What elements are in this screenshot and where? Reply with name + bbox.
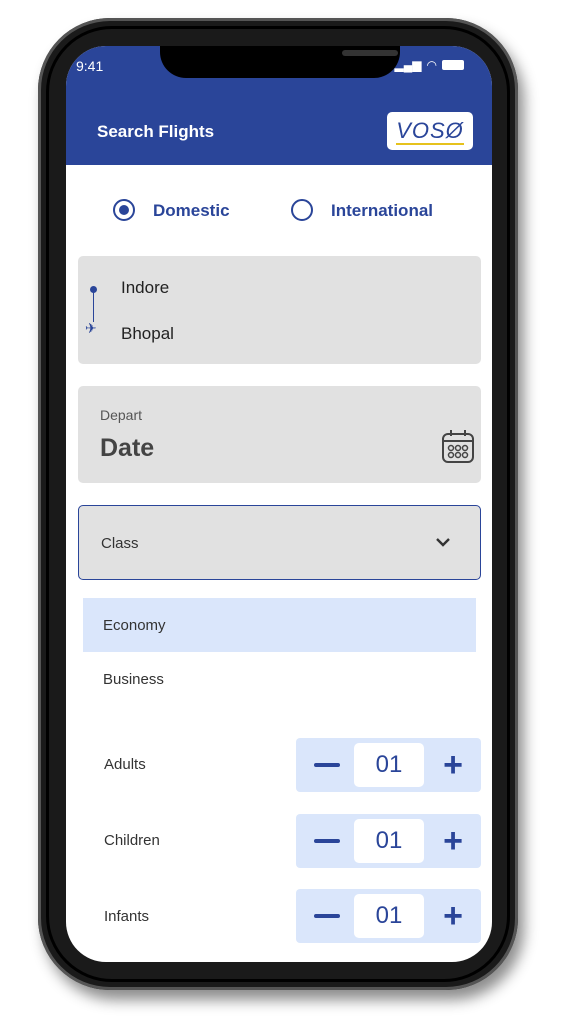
radio-international-label[interactable]: International [331, 201, 433, 221]
status-time: 9:41 [76, 58, 104, 74]
plus-icon[interactable]: + [438, 899, 468, 933]
plus-icon[interactable]: + [438, 824, 468, 858]
class-select[interactable]: Class [78, 505, 481, 580]
infants-stepper[interactable]: 01 + [296, 889, 481, 943]
class-placeholder: Class [101, 535, 139, 552]
adults-label: Adults [104, 756, 146, 773]
plane-takeoff-icon: ✈ [85, 320, 97, 336]
destination-city[interactable]: Bhopal [121, 324, 174, 344]
route-line [93, 292, 94, 322]
radio-domestic-label[interactable]: Domestic [153, 201, 230, 221]
adults-value[interactable]: 01 [354, 743, 424, 787]
origin-city[interactable]: Indore [121, 278, 169, 298]
logo: VOSØ [387, 112, 473, 150]
minus-icon[interactable] [314, 914, 340, 918]
wifi-icon: ◠ [426, 58, 437, 72]
children-value[interactable]: 01 [354, 819, 424, 863]
infants-label: Infants [104, 908, 150, 925]
minus-icon[interactable] [314, 839, 340, 843]
notch [160, 46, 400, 78]
children-stepper[interactable]: 01 + [296, 814, 481, 868]
radio-international[interactable] [291, 199, 313, 221]
page-title: Search Flights [97, 122, 215, 141]
infants-value[interactable]: 01 [354, 894, 424, 938]
depart-value: Date [100, 434, 155, 462]
route-field[interactable]: ✈ Indore Bhopal [78, 256, 481, 364]
radio-domestic[interactable] [113, 199, 135, 221]
minus-icon[interactable] [314, 763, 340, 767]
class-option-label: Business [103, 671, 164, 688]
class-option-business[interactable]: Business [83, 652, 476, 706]
adults-stepper[interactable]: 01 + [296, 738, 481, 792]
children-label: Children [104, 832, 160, 849]
plus-icon[interactable]: + [438, 748, 468, 782]
speaker [342, 50, 398, 56]
chevron-down-icon[interactable] [434, 536, 452, 548]
status-icons: ▂▄▆ ◠ [395, 58, 464, 72]
battery-icon [442, 60, 464, 70]
depart-date-field[interactable]: Depart Date [78, 386, 481, 483]
class-option-economy[interactable]: Economy [83, 598, 476, 652]
screen: 9:41 ▂▄▆ ◠ Search Flights VOSØ Domestic … [66, 46, 492, 962]
calendar-icon[interactable] [441, 428, 475, 464]
signal-icon: ▂▄▆ [394, 58, 422, 72]
class-option-label: Economy [103, 617, 166, 634]
depart-label: Depart [100, 407, 143, 423]
